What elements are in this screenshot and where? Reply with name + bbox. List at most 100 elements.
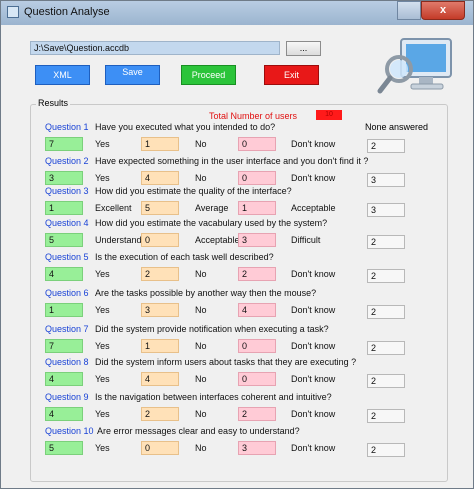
answer-count-2[interactable]: 4 — [141, 372, 179, 386]
option-3-label: Don't know — [291, 305, 336, 315]
question-text: Is the execution of each task well descr… — [95, 252, 274, 262]
option-2-label: No — [195, 409, 207, 419]
exit-button[interactable]: Exit — [264, 65, 319, 85]
question-text: Are the tasks possible by another way th… — [95, 288, 317, 298]
question-label: Question 6 — [45, 288, 89, 298]
answer-count-1[interactable]: 5 — [45, 233, 83, 247]
total-users-value: 10 — [316, 110, 342, 120]
none-answered-count[interactable]: 2 — [367, 409, 405, 423]
none-answered-count[interactable]: 3 — [367, 173, 405, 187]
answer-count-1[interactable]: 4 — [45, 267, 83, 281]
minimize-button[interactable] — [397, 1, 421, 20]
window-title: Question Analyse — [24, 6, 110, 18]
option-1-label: Yes — [95, 305, 110, 315]
option-1-label: Yes — [95, 374, 110, 384]
question-label: Question 7 — [45, 324, 89, 334]
total-users-label: Total Number of users — [209, 111, 298, 121]
none-answered-count[interactable]: 3 — [367, 203, 405, 217]
answer-count-2[interactable]: 3 — [141, 303, 179, 317]
answer-count-3[interactable]: 0 — [238, 339, 276, 353]
option-2-label: Acceptable — [195, 235, 240, 245]
answer-count-3[interactable]: 2 — [238, 407, 276, 421]
question-label: Question 10 — [45, 426, 94, 436]
answer-count-3[interactable]: 2 — [238, 267, 276, 281]
save-button[interactable]: Save — [105, 65, 160, 85]
none-answered-count[interactable]: 2 — [367, 305, 405, 319]
option-1-label: Yes — [95, 341, 110, 351]
option-3-label: Don't know — [291, 409, 336, 419]
title-bar: Question Analyse x — [1, 1, 473, 25]
none-answered-count[interactable]: 2 — [367, 269, 405, 283]
question-text: Have you executed what you intended to d… — [95, 122, 276, 132]
proceed-button[interactable]: Proceed — [181, 65, 236, 85]
answer-count-2[interactable]: 1 — [141, 137, 179, 151]
question-text: Is the navigation between interfaces coh… — [95, 392, 332, 402]
answer-count-2[interactable]: 0 — [141, 441, 179, 455]
answer-count-1[interactable]: 4 — [45, 407, 83, 421]
option-3-label: Don't know — [291, 374, 336, 384]
option-2-label: No — [195, 443, 207, 453]
answer-count-2[interactable]: 5 — [141, 201, 179, 215]
none-answered-count[interactable]: 2 — [367, 341, 405, 355]
option-1-label: Yes — [95, 443, 110, 453]
answer-count-1[interactable]: 1 — [45, 201, 83, 215]
answer-count-1[interactable]: 7 — [45, 339, 83, 353]
answer-count-2[interactable]: 4 — [141, 171, 179, 185]
answer-count-2[interactable]: 1 — [141, 339, 179, 353]
answer-count-1[interactable]: 5 — [45, 441, 83, 455]
question-label: Question 8 — [45, 357, 89, 367]
option-2-label: No — [195, 173, 207, 183]
app-icon — [7, 6, 19, 18]
question-text: How did you estimate the vacabulary used… — [95, 218, 328, 228]
close-button[interactable]: x — [421, 1, 465, 20]
option-3-label: Don't know — [291, 139, 336, 149]
option-2-label: No — [195, 269, 207, 279]
none-answered-count[interactable]: 2 — [367, 139, 405, 153]
app-window: Question Analyse x J:\Save\Question.accd… — [0, 0, 474, 489]
option-1-label: Yes — [95, 173, 110, 183]
question-label: Question 5 — [45, 252, 89, 262]
question-label: Question 4 — [45, 218, 89, 228]
question-label: Question 1 — [45, 122, 89, 132]
option-3-label: Don't know — [291, 443, 336, 453]
database-path-field[interactable]: J:\Save\Question.accdb — [30, 41, 280, 55]
question-text: Have expected something in the user inte… — [95, 156, 369, 166]
answer-count-3[interactable]: 3 — [238, 441, 276, 455]
question-label: Question 3 — [45, 186, 89, 196]
none-answered-count[interactable]: 2 — [367, 235, 405, 249]
option-2-label: Average — [195, 203, 229, 213]
question-text: Did the system provide notification when… — [95, 324, 329, 334]
xml-button[interactable]: XML — [35, 65, 90, 85]
none-answered-count[interactable]: 2 — [367, 443, 405, 457]
answer-count-2[interactable]: 0 — [141, 233, 179, 247]
answer-count-1[interactable]: 4 — [45, 372, 83, 386]
option-1-label: Yes — [95, 409, 110, 419]
option-1-label: Excellent — [95, 203, 132, 213]
option-2-label: No — [195, 305, 207, 315]
answer-count-1[interactable]: 3 — [45, 171, 83, 185]
option-3-label: Difficult — [291, 235, 321, 245]
option-3-label: Acceptable — [291, 203, 336, 213]
none-answered-header: None answered — [365, 122, 429, 132]
answer-count-3[interactable]: 1 — [238, 201, 276, 215]
option-2-label: No — [195, 139, 207, 149]
answer-count-3[interactable]: 3 — [238, 233, 276, 247]
monitor-search-icon — [377, 38, 452, 94]
option-1-label: Yes — [95, 269, 110, 279]
answer-count-3[interactable]: 4 — [238, 303, 276, 317]
answer-count-3[interactable]: 0 — [238, 137, 276, 151]
answer-count-1[interactable]: 7 — [45, 137, 83, 151]
none-answered-count[interactable]: 2 — [367, 374, 405, 388]
option-1-label: Yes — [95, 139, 110, 149]
question-text: How did you estimate the quality of the … — [95, 186, 292, 196]
answer-count-3[interactable]: 0 — [238, 372, 276, 386]
browse-button[interactable]: ... — [286, 41, 321, 56]
option-3-label: Don't know — [291, 341, 336, 351]
answer-count-2[interactable]: 2 — [141, 267, 179, 281]
question-text: Did the system inform users about tasks … — [95, 357, 357, 367]
answer-count-2[interactable]: 2 — [141, 407, 179, 421]
answer-count-1[interactable]: 1 — [45, 303, 83, 317]
answer-count-3[interactable]: 0 — [238, 171, 276, 185]
question-label: Question 2 — [45, 156, 89, 166]
option-2-label: No — [195, 374, 207, 384]
